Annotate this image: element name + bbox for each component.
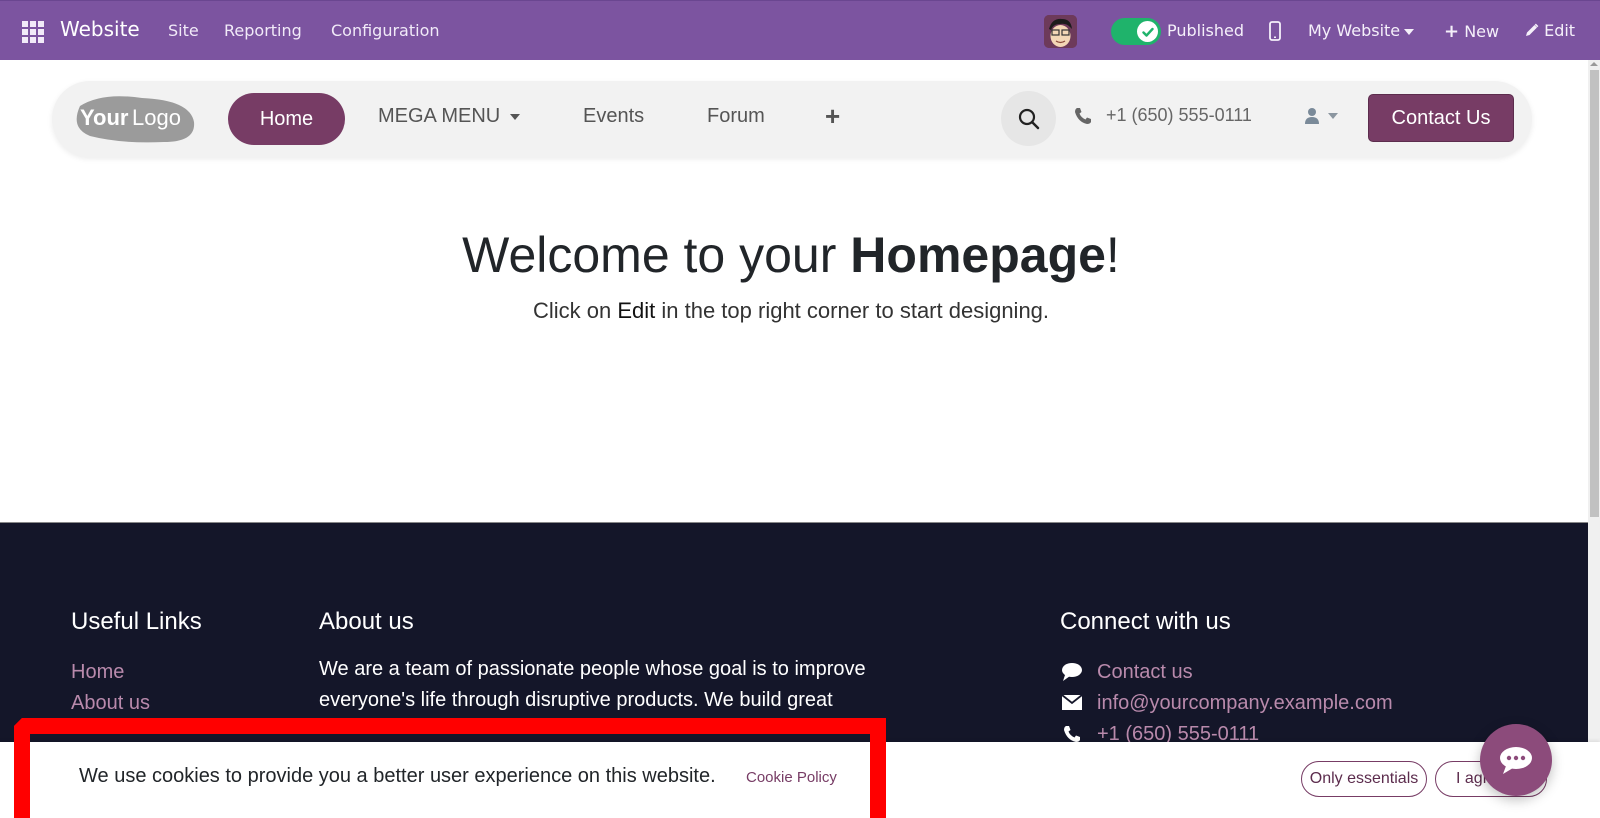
edit-button[interactable]: Edit xyxy=(1525,21,1575,40)
footer-heading-connect: Connect with us xyxy=(1060,608,1231,635)
cookie-message: We use cookies to provide you a better u… xyxy=(79,765,716,787)
footer-contact-us-link[interactable]: Contact us xyxy=(1097,661,1193,684)
footer-email-link[interactable]: info@yourcompany.example.com xyxy=(1097,692,1393,715)
cookie-policy-link[interactable]: Cookie Policy xyxy=(746,769,837,786)
scroll-up-arrow-icon[interactable] xyxy=(1590,62,1598,66)
title-bold: Homepage xyxy=(850,227,1106,283)
search-button[interactable] xyxy=(1001,91,1056,146)
apps-grid-icon[interactable] xyxy=(22,21,44,43)
only-essentials-button[interactable]: Only essentials xyxy=(1301,761,1427,797)
live-chat-button[interactable] xyxy=(1480,724,1552,796)
check-icon xyxy=(1137,21,1158,42)
nav-events[interactable]: Events xyxy=(583,105,644,128)
menu-reporting[interactable]: Reporting xyxy=(224,21,302,40)
plus-icon: + xyxy=(1444,21,1460,42)
subtitle-suffix: in the top right corner to start designi… xyxy=(655,298,1050,323)
about-line: everyone's life through disruptive produ… xyxy=(319,689,833,711)
nav-mega-menu[interactable]: MEGA MENU xyxy=(378,105,521,128)
svg-text:Logo: Logo xyxy=(132,105,181,130)
add-menu-item-plus-icon[interactable]: + xyxy=(825,101,840,132)
website-selector[interactable]: My Website xyxy=(1308,21,1415,40)
about-line: We are a team of passionate people whose… xyxy=(319,658,866,680)
pencil-icon xyxy=(1525,21,1544,40)
caret-down-icon xyxy=(1328,113,1338,119)
mobile-preview-icon[interactable] xyxy=(1269,21,1281,45)
caret-down-icon xyxy=(1404,28,1415,35)
page-title: Welcome to your Homepage! xyxy=(0,226,1582,284)
search-icon xyxy=(1018,108,1039,129)
subtitle-edit-word: Edit xyxy=(617,298,656,323)
footer-heading-useful-links: Useful Links xyxy=(71,608,202,635)
edit-label: Edit xyxy=(1544,21,1576,40)
app-title[interactable]: Website xyxy=(60,17,140,41)
nav-home[interactable]: Home xyxy=(228,93,345,145)
header-phone[interactable]: +1 (650) 555-0111 xyxy=(1074,105,1252,126)
logo[interactable]: Your Logo xyxy=(72,92,196,144)
envelope-icon xyxy=(1061,694,1083,714)
menu-configuration[interactable]: Configuration xyxy=(331,21,440,40)
footer: Useful Links Home About us About us We a… xyxy=(0,522,1588,745)
user-menu-dropdown[interactable] xyxy=(1304,107,1338,125)
footer-link-about-us[interactable]: About us xyxy=(71,692,150,715)
page-scrollbar[interactable] xyxy=(1588,60,1600,742)
header-phone-number: +1 (650) 555-0111 xyxy=(1106,105,1252,125)
published-toggle[interactable] xyxy=(1111,18,1161,45)
menu-site[interactable]: Site xyxy=(168,21,199,40)
phone-icon xyxy=(1075,107,1091,124)
new-label: New xyxy=(1464,22,1500,41)
chat-bubble-icon xyxy=(1500,747,1532,774)
svg-text:Your: Your xyxy=(80,105,129,130)
comment-icon xyxy=(1061,662,1083,682)
nav-forum[interactable]: Forum xyxy=(707,105,765,128)
subtitle-prefix: Click on xyxy=(532,298,618,323)
footer-about-text: We are a team of passionate people whose… xyxy=(319,654,909,716)
page-subtitle: Click on Edit in the top right corner to… xyxy=(0,298,1582,324)
admin-navbar: Website Site Reporting Configuration Pub… xyxy=(0,0,1600,60)
contact-us-button[interactable]: Contact Us xyxy=(1368,94,1514,142)
published-label[interactable]: Published xyxy=(1167,21,1244,40)
user-icon xyxy=(1305,108,1319,124)
website-header: Your Logo Home MEGA MENU Events Forum + … xyxy=(52,81,1532,157)
footer-link-home[interactable]: Home xyxy=(71,661,124,684)
website-selector-label: My Website xyxy=(1308,21,1401,40)
user-avatar[interactable] xyxy=(1044,15,1077,48)
nav-mega-menu-label: MEGA MENU xyxy=(378,105,501,127)
title-suffix: ! xyxy=(1105,227,1120,283)
caret-down-icon xyxy=(510,113,521,120)
new-button[interactable]: + New xyxy=(1444,21,1499,42)
title-prefix: Welcome to your xyxy=(462,227,851,283)
footer-heading-about: About us xyxy=(319,608,414,635)
scrollbar-thumb[interactable] xyxy=(1590,70,1599,517)
